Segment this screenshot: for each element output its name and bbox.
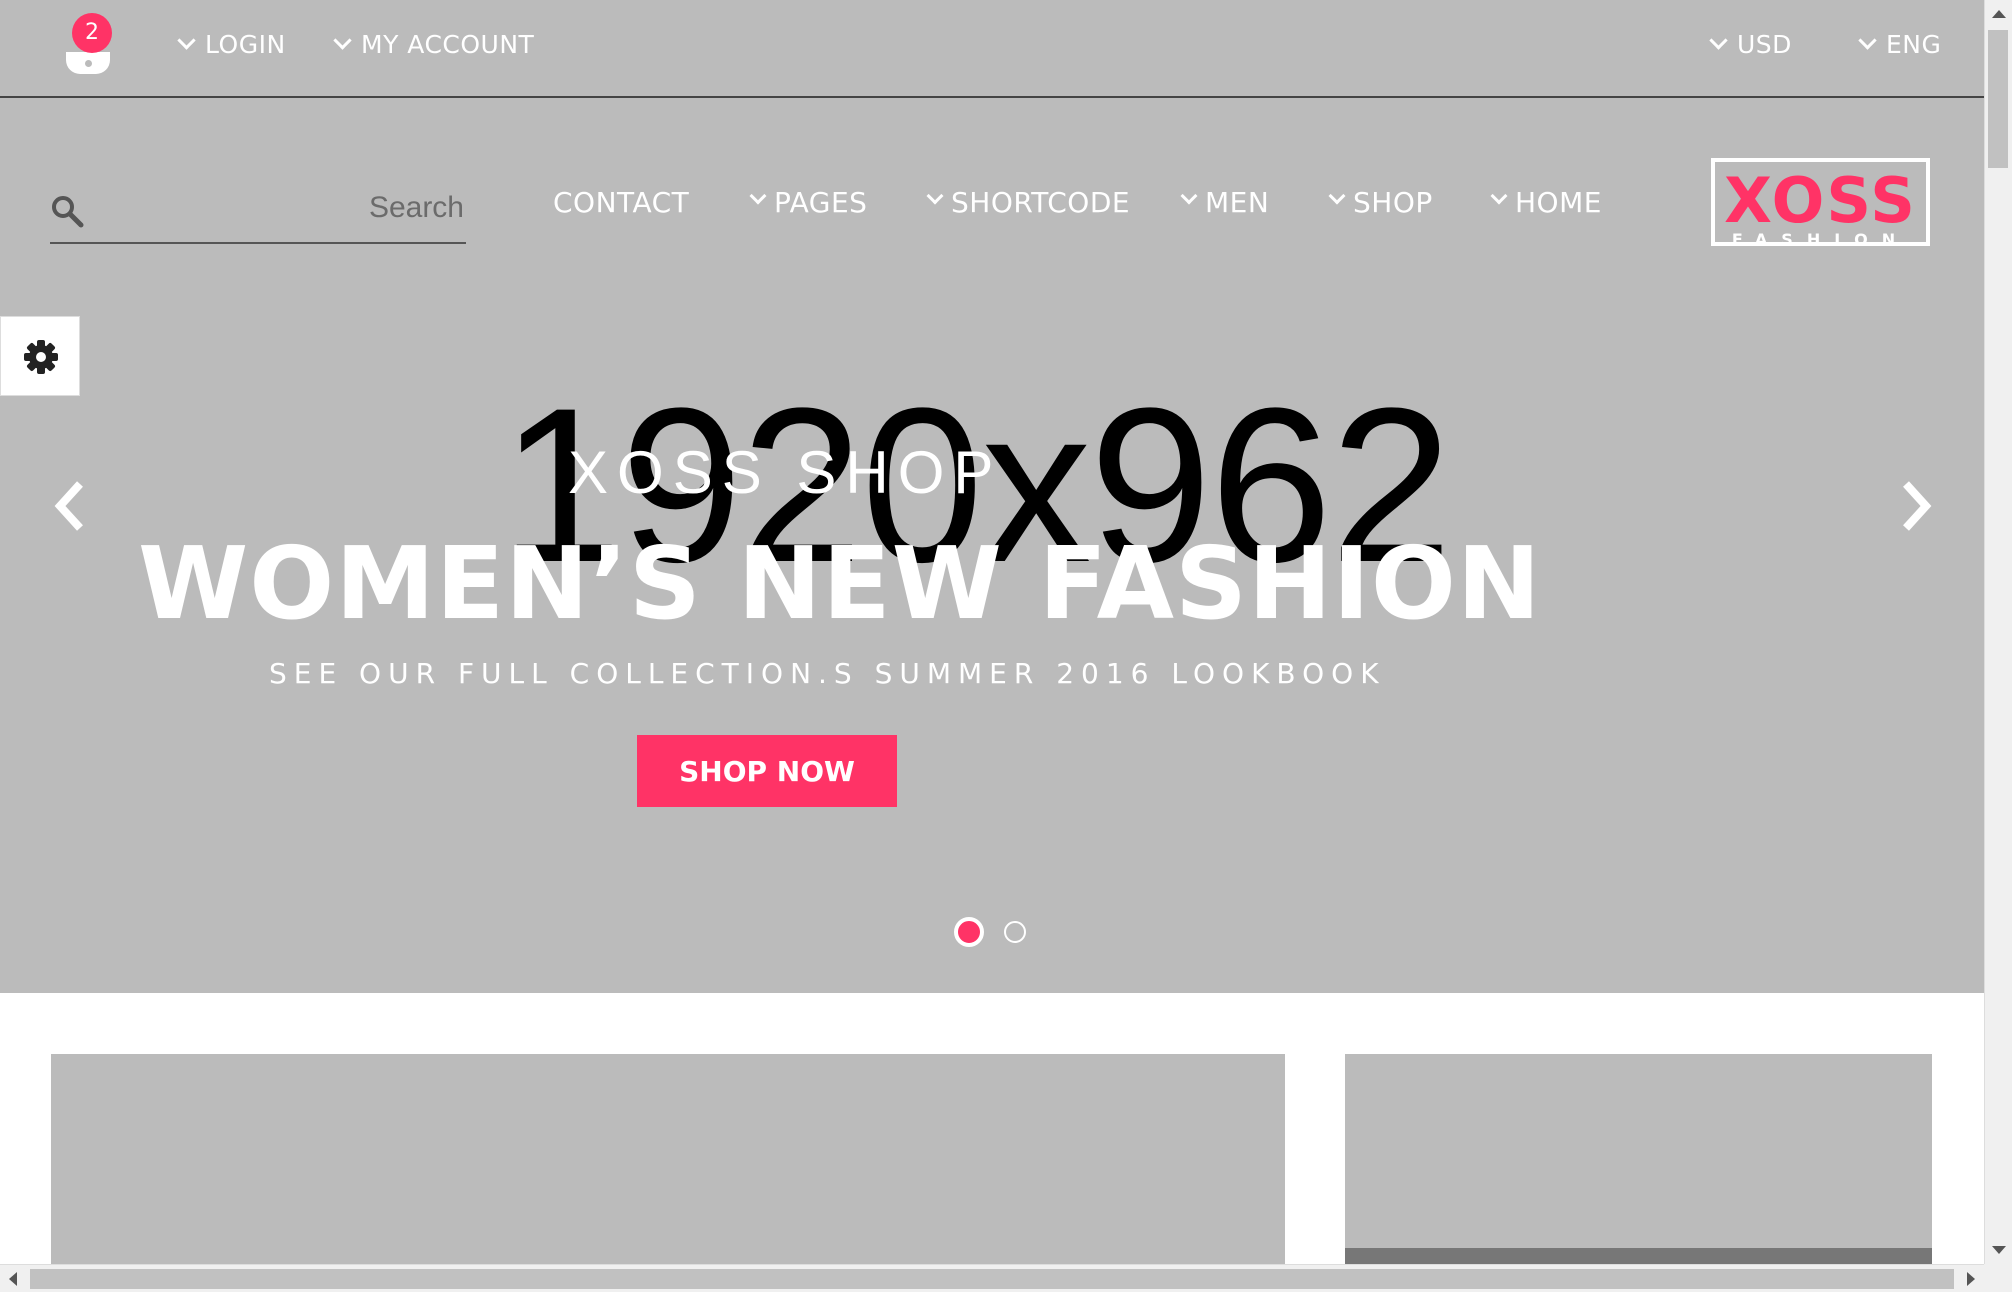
search-input[interactable] xyxy=(202,184,466,232)
chevron-left-icon[interactable] xyxy=(50,478,90,534)
login-link[interactable]: LOGIN xyxy=(177,30,286,59)
nav-men-label: MEN xyxy=(1205,186,1270,219)
my-account-link[interactable]: MY ACCOUNT xyxy=(333,30,535,59)
shop-now-button[interactable]: SHOP NOW xyxy=(637,735,897,807)
chevron-down-icon xyxy=(1858,31,1877,50)
slide-dot-1[interactable] xyxy=(954,917,984,947)
settings-panel-toggle[interactable] xyxy=(0,316,80,396)
login-label: LOGIN xyxy=(205,30,286,59)
banner-image-left[interactable] xyxy=(51,1054,1285,1264)
horizontal-scrollbar[interactable] xyxy=(0,1264,1984,1292)
chevron-down-icon xyxy=(749,187,767,205)
chevron-down-icon xyxy=(333,31,352,50)
hero-subtitle: SEE OUR FULL COLLECTION.S SUMMER 2016 LO… xyxy=(269,657,1386,690)
site-logo[interactable]: XOSS FASHION xyxy=(1711,158,1930,249)
nav-pages-label: PAGES xyxy=(774,186,868,219)
cart-count-badge: 2 xyxy=(72,13,112,53)
logo-wordmark: XOSS xyxy=(1724,164,1917,237)
chevron-down-icon xyxy=(1328,187,1346,205)
scroll-up-icon[interactable] xyxy=(1992,10,2006,18)
chevron-down-icon xyxy=(1709,31,1728,50)
chevron-down-icon xyxy=(1180,187,1198,205)
language-label: ENG xyxy=(1886,30,1942,59)
nav-home[interactable]: HOME xyxy=(1490,186,1602,219)
nav-shop-label: SHOP xyxy=(1353,186,1433,219)
scroll-right-icon[interactable] xyxy=(1967,1272,1975,1286)
chevron-down-icon xyxy=(1490,187,1508,205)
horizontal-scroll-thumb[interactable] xyxy=(30,1269,1954,1289)
scrollbar-corner xyxy=(1984,1264,2012,1292)
nav-men[interactable]: MEN xyxy=(1180,186,1270,219)
scroll-left-icon[interactable] xyxy=(9,1272,17,1286)
currency-label: USD xyxy=(1737,30,1792,59)
vertical-scrollbar[interactable] xyxy=(1984,0,2012,1264)
chevron-right-icon[interactable] xyxy=(1896,478,1936,534)
nav-contact[interactable]: CONTACT xyxy=(553,186,689,219)
search-icon[interactable] xyxy=(50,194,84,228)
currency-selector[interactable]: USD xyxy=(1709,30,1792,59)
chevron-down-icon xyxy=(177,31,196,50)
gear-icon xyxy=(24,340,58,374)
language-selector[interactable]: ENG xyxy=(1858,30,1942,59)
nav-pages[interactable]: PAGES xyxy=(749,186,868,219)
nav-shortcode[interactable]: SHORTCODE xyxy=(926,186,1131,219)
nav-shop[interactable]: SHOP xyxy=(1328,186,1433,219)
my-account-label: MY ACCOUNT xyxy=(361,30,535,59)
slide-dot-2[interactable] xyxy=(1004,921,1026,943)
vertical-scroll-thumb[interactable] xyxy=(1988,30,2008,168)
nav-home-label: HOME xyxy=(1515,186,1602,219)
page: 2 LOGIN MY ACCOUNT USD ENG CONTACT xyxy=(0,0,1984,1264)
hero-kicker: XOSS SHOP xyxy=(568,439,1003,506)
scroll-down-icon[interactable] xyxy=(1992,1246,2006,1254)
top-bar: 2 LOGIN MY ACCOUNT USD ENG xyxy=(0,0,1984,98)
nav-shortcode-label: SHORTCODE xyxy=(951,186,1131,219)
search-bar xyxy=(50,184,466,244)
chevron-down-icon xyxy=(926,187,944,205)
nav-contact-label: CONTACT xyxy=(553,186,690,219)
logo-subtitle: FASHION xyxy=(1731,230,1910,249)
banner-image-right[interactable] xyxy=(1345,1054,1932,1264)
hero-slider: 2 LOGIN MY ACCOUNT USD ENG CONTACT xyxy=(0,0,1984,993)
hero-title: WOMEN’S NEW FASHION xyxy=(138,525,1542,642)
